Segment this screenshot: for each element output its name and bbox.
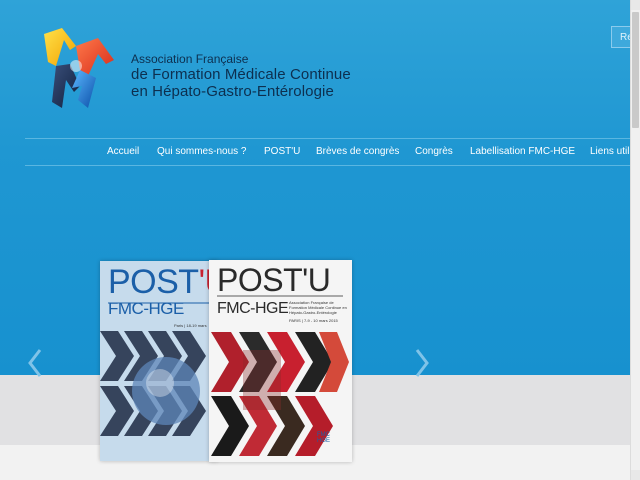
nav-item-accueil[interactable]: Accueil <box>107 146 139 157</box>
chevron-left-icon[interactable] <box>26 346 44 380</box>
book-back-title: POST'U <box>108 263 218 302</box>
book-back-title-a: POST <box>108 263 199 301</box>
book-front-badge: FMC HGE <box>317 432 330 444</box>
book-cover-current[interactable]: POST'U FMC-HGE Association Française de … <box>209 260 352 462</box>
book-front-assoc-text: Association Française de Formation Médic… <box>289 300 347 315</box>
scroll-thumb[interactable] <box>632 12 639 128</box>
association-line-2: de Formation Médicale Continue <box>131 66 351 83</box>
book-back-date: Paris | 18-19 mars <box>174 323 207 328</box>
nav-item-postu[interactable]: POST'U <box>264 146 300 157</box>
book-back-subtitle: FMC-HGE <box>108 299 184 318</box>
chevron-right-icon[interactable] <box>413 346 431 380</box>
logo-icon[interactable] <box>36 26 116 118</box>
book-front-date: PARIS | 7-9 - 10 mars 2015 <box>289 318 338 323</box>
association-name: Association Française de Formation Médic… <box>131 52 351 100</box>
page-scrollbar[interactable] <box>630 0 640 480</box>
nav-item-congres[interactable]: Congrès <box>415 146 453 157</box>
nav-item-breves-de-congres[interactable]: Brèves de congrès <box>316 146 399 157</box>
nav-bottom-divider <box>25 165 630 166</box>
scroll-down-button[interactable] <box>631 470 640 480</box>
association-line-1: Association Française <box>131 52 249 66</box>
nav-item-liens-utiles[interactable]: Liens util <box>590 146 629 157</box>
association-line-3: en Hépato-Gastro-Entérologie <box>131 83 334 100</box>
book-front-title: POST'U <box>217 262 331 298</box>
nav-item-qui-sommes-nous[interactable]: Qui sommes-nous ? <box>157 146 246 157</box>
nav-item-labellisation[interactable]: Labellisation FMC-HGE <box>470 146 575 157</box>
book-front-badge-line2: HGE <box>317 438 331 444</box>
book-front-subtitle: FMC-HGE <box>217 300 289 317</box>
header-right-button[interactable]: Re <box>611 26 633 48</box>
main-nav: Accueil Qui sommes-nous ? POST'U Brèves … <box>0 139 630 165</box>
scroll-up-button[interactable] <box>631 0 640 10</box>
book-cover-previous[interactable]: POST'U FMC-HGE Paris | 18-19 mars <box>100 261 218 461</box>
